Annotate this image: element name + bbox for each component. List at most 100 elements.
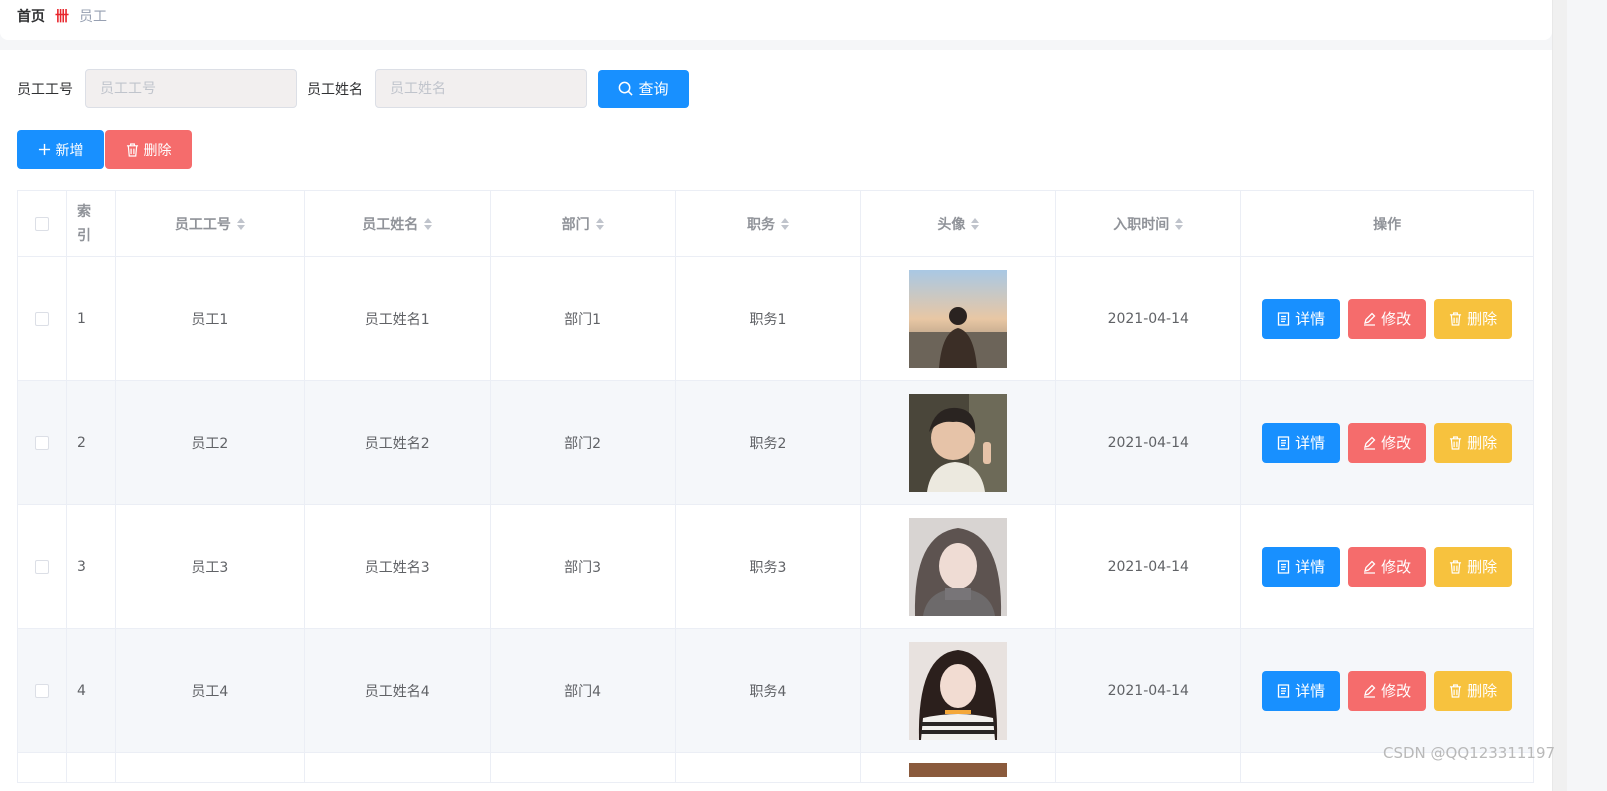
- header-operations-label: 操作: [1373, 216, 1402, 233]
- avatar: [909, 517, 1008, 616]
- header-avatar[interactable]: 头像: [861, 191, 1057, 257]
- toolbar: 新增 删除: [17, 130, 192, 169]
- table-row[interactable]: 3 员工3 员工姓名3 部门3 职务3 2021-04-14 详情 修改 删除: [18, 505, 1534, 629]
- header-employee-name[interactable]: 员工姓名: [304, 191, 491, 257]
- edit-button[interactable]: 修改: [1348, 546, 1427, 587]
- cell-operations: 详情 修改 删除: [1241, 505, 1534, 629]
- main-panel: 员工工号 员工姓名 查询 新增 删除 索引 员工工号 员工姓名 部门 职务: [0, 50, 1552, 791]
- header-employee-no[interactable]: 员工工号: [115, 191, 305, 257]
- row-checkbox[interactable]: [34, 435, 49, 450]
- select-all-checkbox[interactable]: [34, 216, 49, 231]
- header-select-cell: [18, 191, 67, 257]
- batch-delete-button[interactable]: 删除: [105, 130, 192, 169]
- table-header: 索引 员工工号 员工姓名 部门 职务 头像 入职时间 操作: [18, 191, 1534, 257]
- table-row[interactable]: 1 员工1 员工姓名1 部门1 职务1 2021-04-14 详情 修改 删除: [18, 257, 1534, 381]
- batch-delete-button-label: 删除: [143, 142, 172, 159]
- query-button[interactable]: 查询: [598, 69, 689, 108]
- sort-caret-icon[interactable]: [424, 217, 433, 230]
- header-position-label: 职务: [747, 216, 775, 233]
- edit-button[interactable]: 修改: [1348, 422, 1427, 463]
- sort-caret-icon[interactable]: [1175, 217, 1184, 230]
- table-row-partial: [18, 753, 1534, 783]
- employee-no-label: 员工工号: [17, 81, 73, 98]
- detail-button-label: 详情: [1295, 434, 1326, 452]
- page-scrollbar[interactable]: [1552, 0, 1567, 791]
- detail-button[interactable]: 详情: [1262, 298, 1341, 339]
- cell-hire-date: 2021-04-14: [1056, 257, 1242, 381]
- partial-cell: [66, 753, 116, 783]
- sort-caret-icon[interactable]: [971, 217, 980, 230]
- cell-index: 2: [66, 381, 116, 505]
- partial-cell: [18, 753, 67, 783]
- cell-operations: 详情 修改 删除: [1241, 257, 1534, 381]
- edit-button[interactable]: 修改: [1348, 670, 1427, 711]
- employee-name-label: 员工姓名: [307, 81, 363, 98]
- row-select-cell: [18, 381, 67, 505]
- partial-cell: [1056, 753, 1242, 783]
- avatar: [909, 393, 1008, 492]
- cell-avatar: [861, 257, 1057, 381]
- edit-button-label: 修改: [1381, 558, 1412, 576]
- row-select-cell: [18, 505, 67, 629]
- header-index: 索引: [66, 191, 116, 257]
- row-select-cell: [18, 257, 67, 381]
- edit-icon: [1364, 684, 1376, 698]
- sort-caret-icon[interactable]: [781, 217, 789, 230]
- cell-employee-no: 员工1: [115, 257, 305, 381]
- cell-avatar: [861, 629, 1057, 753]
- table-row[interactable]: 2 员工2 员工姓名2 部门2 职务2 2021-04-14 详情 修改 删除: [18, 381, 1534, 505]
- sort-caret-icon[interactable]: [236, 217, 245, 230]
- row-select-cell: [18, 629, 67, 753]
- employee-no-input[interactable]: [85, 69, 297, 108]
- add-button-label: 新增: [55, 142, 84, 159]
- delete-button-label: 删除: [1467, 434, 1498, 452]
- cell-index: 4: [66, 629, 116, 753]
- edit-icon: [1364, 560, 1376, 574]
- search-form: 员工工号 员工姓名 查询: [17, 69, 689, 108]
- cell-position: 职务3: [675, 505, 862, 629]
- cell-operations: 详情 修改 删除: [1241, 381, 1534, 505]
- cell-avatar: [861, 381, 1057, 505]
- header-employee-name-label: 员工姓名: [362, 216, 419, 233]
- header-department[interactable]: 部门: [490, 191, 676, 257]
- employee-name-input[interactable]: [375, 69, 587, 108]
- watermark: CSDN @QQ123311197: [1383, 744, 1556, 762]
- trash-icon: [1450, 559, 1462, 574]
- delete-button[interactable]: 删除: [1434, 422, 1513, 463]
- table-row[interactable]: 4 员工4 员工姓名4 部门4 职务4 2021-04-14 详情 修改 删除: [18, 629, 1534, 753]
- breadcrumb-home[interactable]: 首页: [17, 6, 45, 26]
- header-index-label: 索引: [76, 203, 91, 244]
- cell-operations: 详情 修改 删除: [1241, 629, 1534, 753]
- cell-hire-date: 2021-04-14: [1056, 381, 1242, 505]
- cell-hire-date: 2021-04-14: [1056, 629, 1242, 753]
- query-button-label: 查询: [638, 80, 669, 98]
- cell-position: 职务4: [675, 629, 862, 753]
- header-hire-date-label: 入职时间: [1113, 216, 1170, 233]
- partial-cell: [861, 753, 1057, 783]
- row-checkbox[interactable]: [34, 683, 49, 698]
- delete-button[interactable]: 删除: [1434, 546, 1513, 587]
- row-checkbox[interactable]: [34, 559, 49, 574]
- delete-button-label: 删除: [1467, 310, 1498, 328]
- trash-icon: [1450, 435, 1462, 450]
- detail-button[interactable]: 详情: [1262, 422, 1341, 463]
- breadcrumb: 首页 卌 员工: [0, 0, 1552, 40]
- header-hire-date[interactable]: 入职时间: [1056, 191, 1242, 257]
- detail-button[interactable]: 详情: [1262, 670, 1341, 711]
- trash-icon: [1450, 311, 1462, 326]
- breadcrumb-separator-icon: 卌: [55, 9, 69, 25]
- partial-cell: [115, 753, 305, 783]
- add-button[interactable]: 新增: [17, 130, 104, 169]
- cell-position: 职务1: [675, 257, 862, 381]
- detail-button[interactable]: 详情: [1262, 546, 1341, 587]
- edit-button[interactable]: 修改: [1348, 298, 1427, 339]
- cell-employee-name: 员工姓名1: [304, 257, 491, 381]
- sort-caret-icon[interactable]: [595, 217, 604, 230]
- delete-button[interactable]: 删除: [1434, 298, 1513, 339]
- header-position[interactable]: 职务: [675, 191, 862, 257]
- partial-cell: [675, 753, 862, 783]
- row-checkbox[interactable]: [34, 311, 49, 326]
- delete-button-label: 删除: [1467, 558, 1498, 576]
- avatar: [909, 641, 1008, 740]
- delete-button[interactable]: 删除: [1434, 670, 1513, 711]
